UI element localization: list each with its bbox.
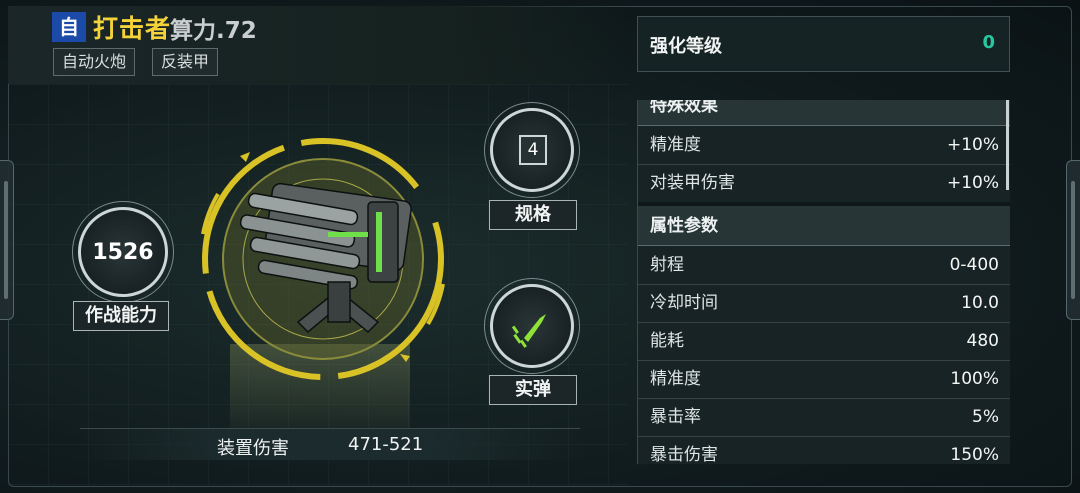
weapon-stage: 1526 作战能力 4 规格 实弹 装置伤害 471-521 bbox=[8, 84, 628, 486]
stat-key: 射程 bbox=[650, 255, 684, 275]
ammo-type-label: 实弹 bbox=[489, 375, 577, 405]
stat-row: 暴击率 5% bbox=[638, 398, 1010, 436]
enhance-level[interactable]: 强化等级 0 bbox=[637, 16, 1010, 72]
stat-key: 能耗 bbox=[650, 331, 684, 351]
tag-anti-armor: 反装甲 bbox=[152, 48, 219, 76]
enhance-level-label: 强化等级 bbox=[650, 36, 722, 57]
stat-row: 冷却时间 10.0 bbox=[638, 284, 1010, 322]
stat-key: 暴击伤害 bbox=[650, 445, 718, 464]
device-damage-bar: 装置伤害 471-521 bbox=[80, 428, 580, 460]
stat-key: 冷却时间 bbox=[650, 293, 718, 313]
device-damage-value: 471-521 bbox=[348, 434, 424, 455]
self-badge: 自 bbox=[52, 12, 86, 42]
turret-image bbox=[239, 182, 412, 334]
stat-key: 精准度 bbox=[650, 135, 701, 155]
tag-autocannon: 自动火炮 bbox=[53, 48, 136, 76]
combat-power-value: 1526 bbox=[92, 240, 154, 265]
enhance-level-value: 0 bbox=[982, 32, 995, 53]
stat-row: 精准度 100% bbox=[638, 360, 1010, 398]
stat-value: 10.0 bbox=[961, 293, 999, 313]
stat-key: 对装甲伤害 bbox=[650, 173, 735, 193]
stat-value: +10% bbox=[946, 173, 999, 193]
attributes-title: 属性参数 bbox=[638, 206, 1010, 246]
stat-row: 射程 0-400 bbox=[638, 246, 1010, 284]
stat-row: 对装甲伤害 +10% bbox=[638, 164, 1010, 202]
bullet-icon bbox=[511, 314, 546, 348]
combat-power-label: 作战能力 bbox=[73, 301, 169, 331]
weapon-header: 自 打击者 算力.72 自动火炮 反装甲 bbox=[8, 6, 628, 84]
compute-power: 算力.72 bbox=[170, 18, 257, 44]
stat-value: 150% bbox=[950, 445, 999, 464]
stat-row: 暴击伤害 150% bbox=[638, 436, 1010, 464]
weapon-name: 打击者 bbox=[93, 14, 172, 43]
stat-value: +10% bbox=[946, 135, 999, 155]
combat-power-badge: 1526 bbox=[72, 201, 174, 303]
right-page-tab[interactable] bbox=[1066, 160, 1080, 320]
device-damage-label: 装置伤害 bbox=[217, 438, 289, 459]
spec-label: 规格 bbox=[489, 200, 577, 230]
spec-value: 4 bbox=[519, 135, 547, 165]
stat-key: 暴击率 bbox=[650, 407, 701, 427]
stat-row: 精准度 +10% bbox=[638, 126, 1010, 164]
stats-scroll-panel[interactable]: 特殊效果 精准度 +10% 对装甲伤害 +10% 属性参数 射程 0-400 冷… bbox=[637, 100, 1010, 464]
ammo-type-badge bbox=[484, 278, 580, 374]
stat-value: 100% bbox=[950, 369, 999, 389]
stat-row: 能耗 480 bbox=[638, 322, 1010, 360]
stat-value: 5% bbox=[972, 407, 999, 427]
special-effects-title: 特殊效果 bbox=[638, 100, 1010, 126]
stat-value: 0-400 bbox=[949, 255, 999, 275]
spec-badge: 4 bbox=[484, 102, 580, 198]
stats-scrollbar[interactable] bbox=[1006, 100, 1009, 190]
stat-value: 480 bbox=[966, 331, 999, 351]
stat-key: 精准度 bbox=[650, 369, 701, 389]
